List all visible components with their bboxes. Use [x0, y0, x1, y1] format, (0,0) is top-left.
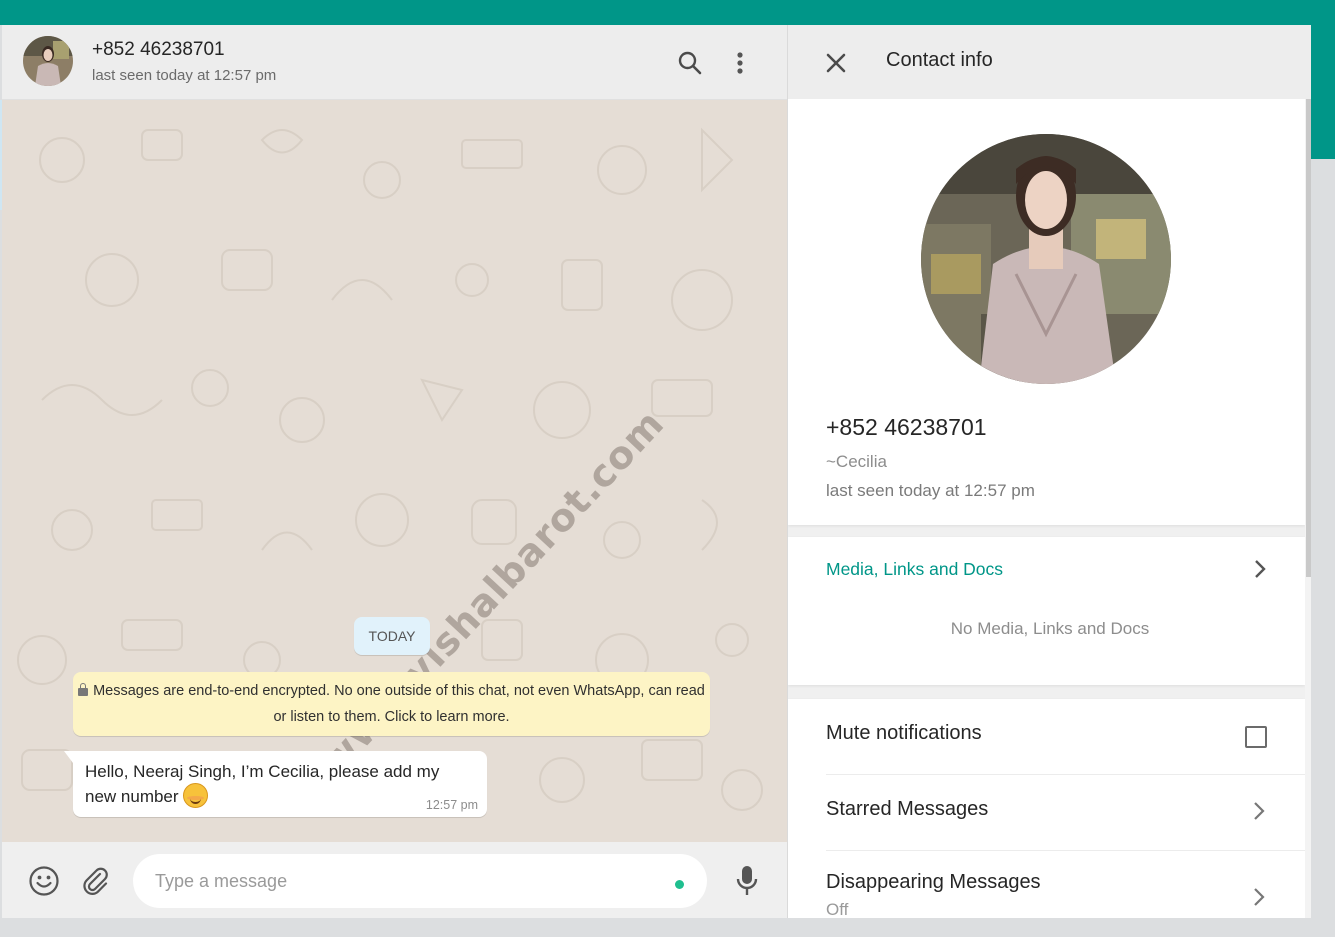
attach-icon[interactable] — [78, 863, 114, 899]
chat-pane: +852 46238701 last seen today at 12:57 p… — [2, 25, 787, 918]
mute-notifications-row[interactable]: Mute notifications — [826, 699, 1305, 775]
starred-messages-label: Starred Messages — [826, 798, 989, 820]
lock-icon — [78, 683, 89, 696]
menu-dots-icon[interactable] — [724, 45, 756, 81]
contact-info-pane: Contact info +852 46238701 ~Cecilia last… — [787, 25, 1311, 918]
chat-messages-area[interactable]: www.vishalbarot.com TODAY Messages are e… — [2, 100, 787, 842]
mute-checkbox[interactable] — [1245, 726, 1267, 748]
mic-icon[interactable] — [731, 862, 763, 900]
chevron-right-icon — [1245, 797, 1273, 825]
media-card: Media, Links and Docs No Media, Links an… — [788, 537, 1305, 685]
media-empty-state: No Media, Links and Docs — [950, 619, 1150, 638]
profile-card: +852 46238701 ~Cecilia last seen today a… — [788, 99, 1305, 525]
profile-name: ~Cecilia — [826, 452, 887, 471]
disappearing-messages-label: Disappearing Messages — [826, 871, 1041, 893]
encryption-notice[interactable]: Messages are end-to-end encrypted. No on… — [73, 672, 710, 736]
contact-avatar[interactable] — [23, 36, 73, 86]
contact-info-scroll[interactable]: +852 46238701 ~Cecilia last seen today a… — [788, 99, 1305, 918]
profile-last-seen: last seen today at 12:57 pm — [826, 481, 1035, 500]
encryption-notice-text: Messages are end-to-end encrypted. No on… — [93, 683, 705, 725]
chat-last-seen: last seen today at 12:57 pm — [92, 67, 277, 84]
message-time: 12:57 pm — [425, 798, 478, 812]
chevron-right-icon — [1245, 883, 1273, 911]
chat-header[interactable]: +852 46238701 last seen today at 12:57 p… — [2, 25, 787, 100]
message-body: Hello, Neeraj Singh, I’m Cecilia, please… — [85, 760, 465, 808]
whatsapp-window: +852 46238701 last seen today at 12:57 p… — [2, 25, 1311, 918]
message-text: Hello, Neeraj Singh, I’m Cecilia, please… — [85, 762, 440, 806]
settings-card: Mute notifications Starred Messages Disa… — [788, 699, 1305, 918]
app-right-band — [1311, 25, 1335, 159]
search-icon[interactable] — [672, 45, 708, 81]
contact-info-header: Contact info — [788, 25, 1311, 99]
emoji-icon[interactable] — [26, 863, 62, 899]
scrollbar-thumb[interactable] — [1306, 99, 1311, 577]
incoming-message[interactable]: Hello, Neeraj Singh, I’m Cecilia, please… — [64, 751, 487, 817]
profile-number: +852 46238701 — [826, 414, 987, 440]
date-pill: TODAY — [354, 617, 430, 655]
contact-info-title: Contact info — [886, 49, 993, 71]
contact-info-scrollbar[interactable] — [1305, 99, 1311, 918]
message-composer — [2, 842, 787, 918]
media-links-docs-link[interactable]: Media, Links and Docs — [826, 559, 1003, 580]
starred-messages-row[interactable]: Starred Messages — [826, 775, 1305, 851]
close-icon[interactable] — [818, 45, 854, 81]
message-input[interactable] — [133, 854, 707, 908]
disappearing-messages-value: Off — [826, 900, 849, 918]
mute-notifications-label: Mute notifications — [826, 722, 982, 744]
chevron-right-icon[interactable] — [1246, 555, 1274, 583]
smiling-face-emoji-icon — [183, 783, 209, 808]
profile-photo[interactable] — [921, 134, 1171, 384]
status-dot — [675, 880, 684, 889]
chat-title: +852 46238701 — [92, 39, 225, 60]
disappearing-messages-row[interactable]: Disappearing Messages Off — [826, 851, 1305, 918]
app-top-band — [0, 0, 1335, 25]
